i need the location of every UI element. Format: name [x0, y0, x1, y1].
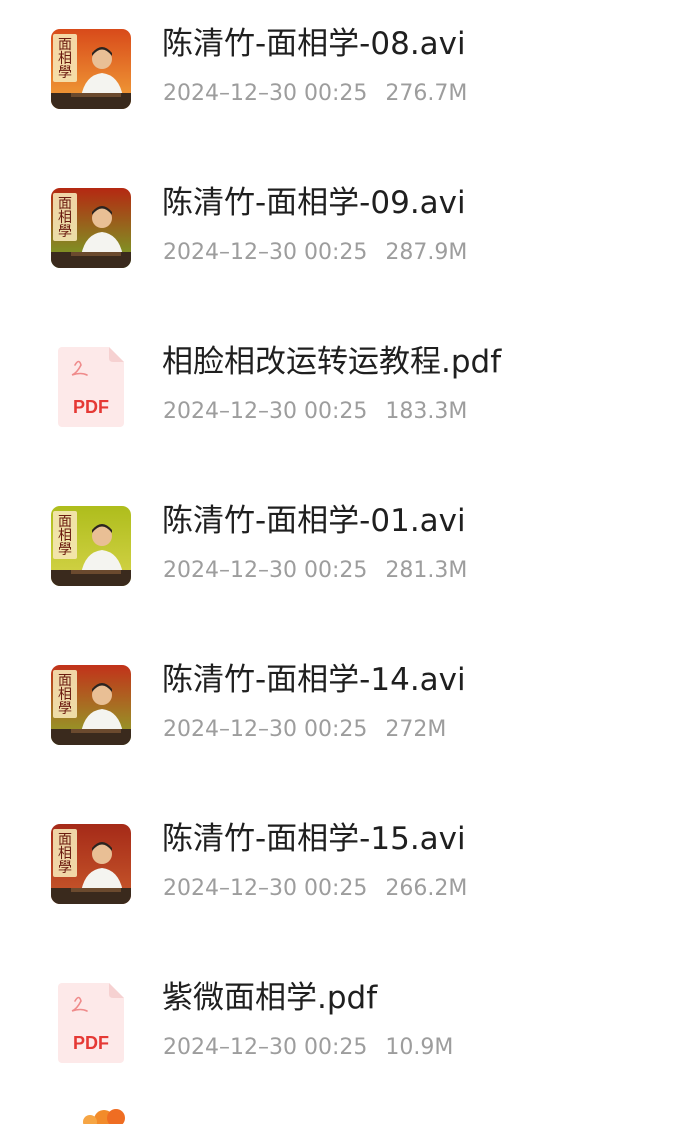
pdf-file-icon[interactable]: PDF [51, 983, 131, 1063]
video-thumbnail-icon[interactable]: 面 相 學 [51, 188, 131, 268]
pdf-file-icon[interactable]: PDF [51, 347, 131, 427]
pdf-badge-label: PDF [73, 1033, 109, 1053]
file-date: 2024–12–30 00:25 [163, 399, 368, 424]
file-size: 281.3M [385, 558, 468, 583]
file-name[interactable]: 相脸相改运转运教程.pdf [162, 342, 501, 382]
file-row[interactable]: PDF 相脸相改运转运教程.pdf 2024–12–30 00:25 183.3M [0, 318, 690, 477]
file-size: 10.9M [385, 1035, 454, 1060]
file-date: 2024–12–30 00:25 [163, 558, 368, 583]
file-name[interactable]: 陈清竹-面相学-08.avi [162, 24, 466, 64]
svg-text:學: 學 [58, 701, 72, 717]
file-meta: 2024–12–30 00:25 183.3M [163, 398, 467, 426]
file-meta: 2024–12–30 00:25 10.9M [163, 1034, 453, 1062]
file-name[interactable]: 陈清竹-面相学-14.avi [162, 660, 466, 700]
file-size: 272M [385, 717, 447, 742]
file-row[interactable]: 面 相 學 陈清竹-面相学-01.avi 2024–12–30 00:25 281.… [0, 477, 690, 636]
video-thumbnail-icon[interactable]: 面 相 學 [51, 665, 131, 745]
file-date: 2024–12–30 00:25 [163, 81, 368, 106]
file-date: 2024–12–30 00:25 [163, 1035, 368, 1060]
svg-text:學: 學 [58, 65, 72, 81]
file-row[interactable]: 面 相 學 陈清竹-面相学-08.avi 2024–12–30 00:25 276.… [0, 0, 690, 159]
file-size: 287.9M [385, 240, 468, 265]
file-date: 2024–12–30 00:25 [163, 717, 368, 742]
file-row[interactable]: PDF 紫微面相学.pdf 2024–12–30 00:25 10.9M [0, 954, 690, 1113]
svg-text:學: 學 [58, 542, 72, 558]
file-meta: 2024–12–30 00:25 281.3M [163, 557, 467, 585]
file-row[interactable]: 面 相 學 陈清竹-面相学-15.avi 2024–12–30 00:25 266.… [0, 795, 690, 954]
file-date: 2024–12–30 00:25 [163, 240, 368, 265]
partial-file-thumbnail-icon[interactable] [60, 1104, 136, 1128]
file-size: 276.7M [385, 81, 468, 106]
file-row[interactable]: 面 相 學 陈清竹-面相学-14.avi 2024–12–30 00:25 272M [0, 636, 690, 795]
file-size: 183.3M [385, 399, 468, 424]
svg-text:學: 學 [58, 860, 72, 876]
file-name[interactable]: 陈清竹-面相学-15.avi [162, 819, 466, 859]
file-size: 266.2M [385, 876, 468, 901]
pdf-badge-label: PDF [73, 397, 109, 417]
svg-text:學: 學 [58, 224, 72, 240]
file-name[interactable]: 陈清竹-面相学-01.avi [162, 501, 466, 541]
video-thumbnail-icon[interactable]: 面 相 學 [51, 824, 131, 904]
file-meta: 2024–12–30 00:25 287.9M [163, 239, 467, 267]
file-date: 2024–12–30 00:25 [163, 876, 368, 901]
video-thumbnail-icon[interactable]: 面 相 學 [51, 29, 131, 109]
file-name[interactable]: 紫微面相学.pdf [162, 978, 377, 1018]
file-meta: 2024–12–30 00:25 266.2M [163, 875, 467, 903]
file-row[interactable]: 面 相 學 陈清竹-面相学-09.avi 2024–12–30 00:25 287.… [0, 159, 690, 318]
file-name[interactable]: 陈清竹-面相学-09.avi [162, 183, 466, 223]
video-thumbnail-icon[interactable]: 面 相 學 [51, 506, 131, 586]
file-meta: 2024–12–30 00:25 276.7M [163, 80, 467, 108]
file-meta: 2024–12–30 00:25 272M [163, 716, 446, 744]
